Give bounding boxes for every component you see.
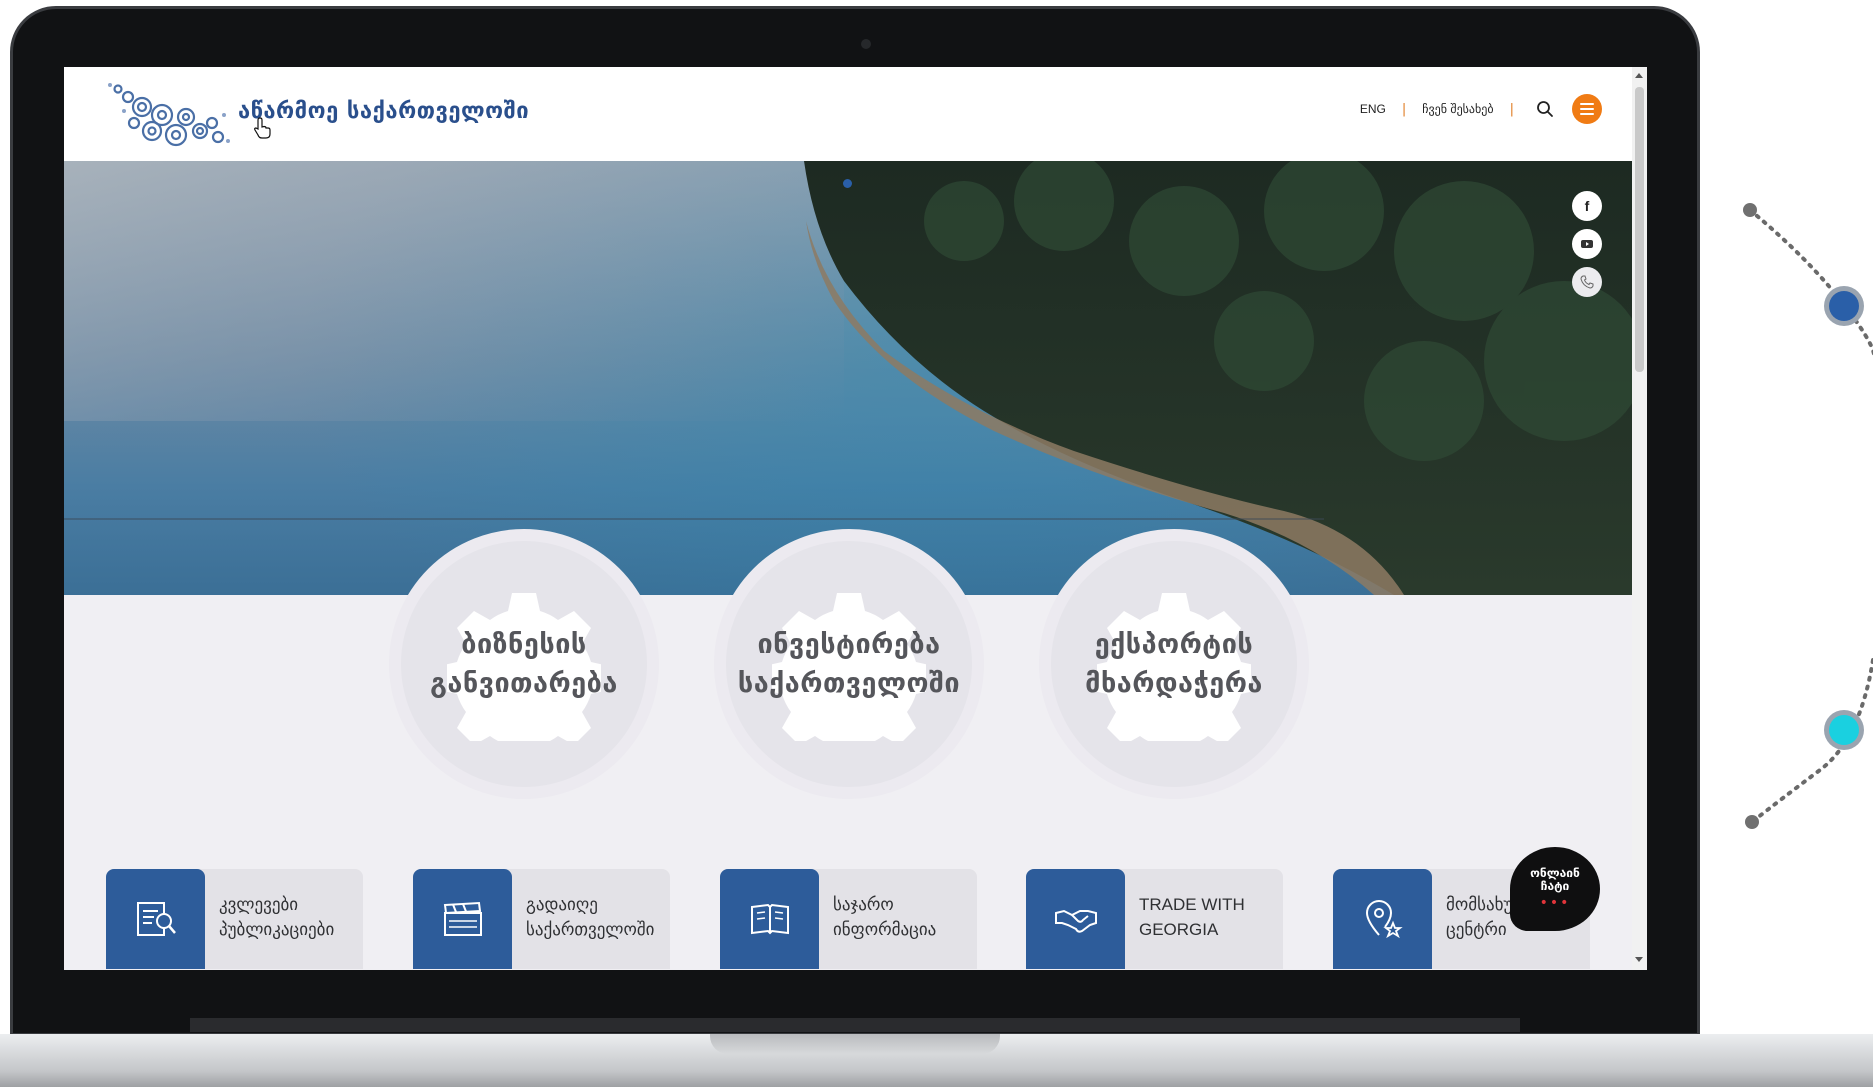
camera	[861, 39, 871, 49]
business-development-link[interactable]: ბიზნესის განვითარება	[389, 529, 659, 799]
logo-gears-icon[interactable]	[104, 79, 234, 149]
header-nav: ENG | ჩვენ შესახებ |	[1360, 89, 1602, 129]
about-link[interactable]: ჩვენ შესახებ	[1422, 102, 1493, 116]
online-chat-button[interactable]: ონლაინ ჩატი •••	[1510, 847, 1600, 931]
tile-trade-with-georgia[interactable]: TRADE WITH GEORGIA	[1026, 869, 1283, 969]
hamburger-menu-icon[interactable]	[1572, 94, 1602, 124]
chat-label: ონლაინ ჩატი	[1530, 865, 1580, 893]
pillar-label: ექსპორტის მხარდაჭერა	[1085, 628, 1263, 699]
nav-separator: |	[1509, 101, 1514, 117]
tile-label: საჯარო ინფორმაცია	[833, 895, 937, 940]
pillar-label: ბიზნესის განვითარება	[430, 628, 618, 699]
pillar-label: ინვესტირება საქართველოში	[737, 628, 961, 699]
handshake-icon	[1026, 869, 1125, 969]
tile-public-info[interactable]: საჯარო ინფორმაცია	[720, 869, 977, 969]
tile-label: კვლევები პუბლიკაციები	[219, 895, 335, 940]
tile-label: გადაიღე საქართველოში	[526, 895, 655, 940]
vertical-scrollbar[interactable]	[1632, 67, 1647, 970]
scroll-down-icon[interactable]	[1635, 957, 1643, 962]
laptop-hinge	[190, 1018, 1520, 1032]
location-star-icon	[1333, 869, 1432, 969]
hand-cursor-icon	[254, 117, 271, 139]
export-support-link[interactable]: ექსპორტის მხარდაჭერა	[1039, 529, 1309, 799]
video-frame: აწარმოე საქართველოში ENG | ჩვენ შესახებ …	[0, 0, 1873, 1087]
tile-film-in-georgia[interactable]: გადაიღე საქართველოში	[413, 869, 670, 969]
youtube-icon[interactable]	[1572, 229, 1602, 259]
research-icon	[106, 869, 205, 969]
facebook-icon[interactable]: f	[1572, 191, 1602, 221]
book-icon	[720, 869, 819, 969]
site-header: აწარმოე საქართველოში ENG | ჩვენ შესახებ …	[64, 67, 1632, 161]
tile-label: TRADE WITH GEORGIA	[1139, 895, 1245, 939]
scroll-up-icon[interactable]	[1635, 73, 1643, 78]
invest-in-georgia-link[interactable]: ინვესტირება საქართველოში	[714, 529, 984, 799]
language-switch[interactable]: ENG	[1360, 102, 1386, 116]
dotted-decoration	[1743, 203, 1873, 829]
chat-dots-icon: •••	[1539, 895, 1571, 912]
website-screen: აწარმოე საქართველოში ENG | ჩვენ შესახებ …	[64, 67, 1647, 970]
social-links: f	[1572, 191, 1602, 297]
scroll-thumb[interactable]	[1635, 87, 1644, 372]
logo-text[interactable]: აწარმოე საქართველოში	[238, 99, 529, 124]
nav-separator: |	[1401, 101, 1407, 117]
phone-icon[interactable]	[1572, 267, 1602, 297]
search-icon[interactable]	[1534, 98, 1556, 120]
clapperboard-icon	[413, 869, 512, 969]
slider-indicator[interactable]	[843, 179, 852, 188]
laptop-notch	[710, 1034, 1000, 1054]
tile-research[interactable]: კვლევები პუბლიკაციები	[106, 869, 363, 969]
